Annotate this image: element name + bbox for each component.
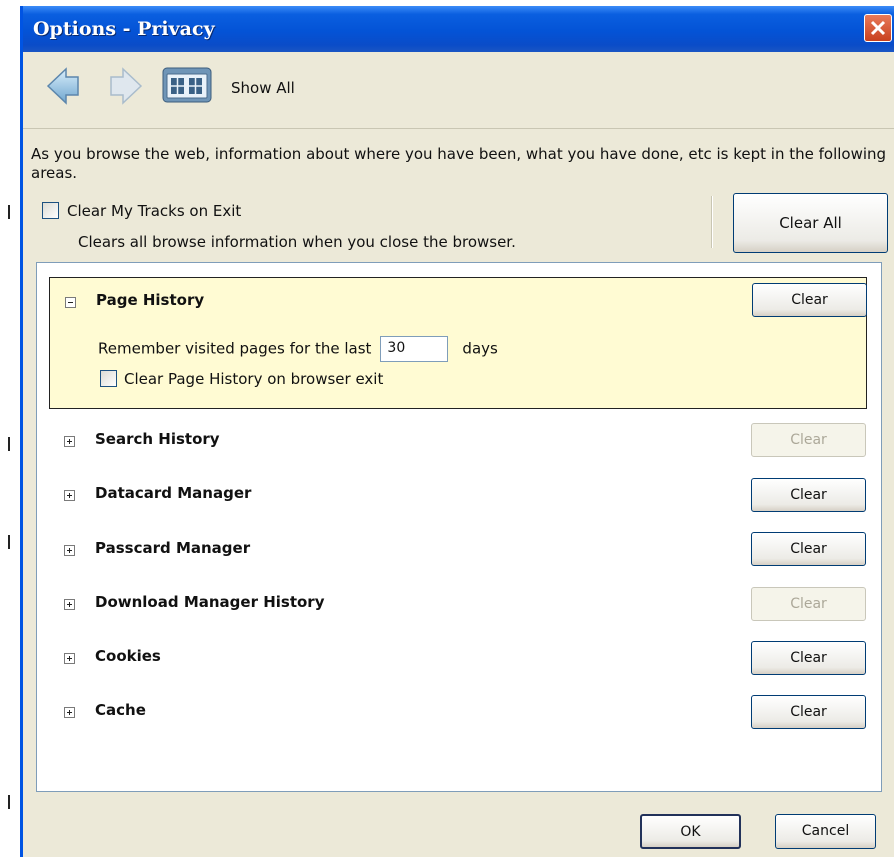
privacy-sections-list: Page History Clear Remember visited page… — [36, 262, 882, 792]
edge-mark — [8, 535, 10, 549]
separator — [711, 196, 713, 248]
plus-expander-icon[interactable] — [64, 707, 75, 718]
clear-all-button[interactable]: Clear All — [733, 193, 888, 253]
days-suffix-label: days — [462, 339, 498, 358]
remember-prefix-label: Remember visited pages for the last — [98, 339, 372, 358]
clear-tracks-checkbox[interactable] — [42, 202, 59, 219]
clear-cookies-button[interactable]: Clear — [751, 641, 866, 675]
toolbar: Show All — [23, 52, 894, 129]
options-privacy-dialog: Options - Privacy Show All As you browse… — [20, 6, 894, 857]
clear-search-history-button[interactable]: Clear — [751, 423, 866, 457]
clear-passcard-manager-button[interactable]: Clear — [751, 532, 866, 566]
clear-tracks-on-exit-option[interactable]: Clear My Tracks on Exit — [42, 201, 241, 220]
show-all-button[interactable] — [162, 65, 214, 109]
clear-page-history-on-exit-option[interactable]: Clear Page History on browser exit — [100, 369, 383, 388]
clear-download-manager-history-button[interactable]: Clear — [751, 587, 866, 621]
ok-button[interactable]: OK — [640, 814, 741, 849]
minus-expander-icon[interactable] — [65, 297, 76, 308]
clear-page-history-on-exit-label[interactable]: Clear Page History on browser exit — [124, 370, 383, 388]
plus-expander-icon[interactable] — [64, 436, 75, 447]
plus-expander-icon[interactable] — [64, 653, 75, 664]
clear-tracks-label[interactable]: Clear My Tracks on Exit — [67, 202, 241, 220]
edge-mark — [8, 205, 10, 219]
cancel-button[interactable]: Cancel — [775, 814, 876, 849]
back-arrow-icon — [46, 67, 79, 105]
intro-text: As you browse the web, information about… — [31, 145, 887, 182]
close-button[interactable] — [864, 14, 892, 42]
clear-datacard-manager-button[interactable]: Clear — [751, 478, 866, 512]
days-input[interactable]: 30 — [380, 336, 449, 362]
passcard-manager-title[interactable]: Passcard Manager — [95, 539, 250, 557]
forward-button[interactable] — [108, 66, 144, 110]
page-history-title[interactable]: Page History — [96, 291, 204, 309]
clear-page-history-on-exit-checkbox[interactable] — [100, 370, 117, 387]
window-title: Options - Privacy — [33, 18, 215, 40]
cookies-title[interactable]: Cookies — [95, 647, 161, 665]
edge-mark — [8, 795, 10, 809]
clear-tracks-description: Clears all browse information when you c… — [78, 233, 516, 251]
plus-expander-icon[interactable] — [64, 545, 75, 556]
remember-days-row: Remember visited pages for the last 30 day… — [98, 336, 498, 362]
plus-expander-icon[interactable] — [64, 599, 75, 610]
background-edge — [0, 0, 20, 857]
show-all-label[interactable]: Show All — [231, 79, 295, 97]
forward-arrow-icon — [110, 67, 143, 105]
clear-page-history-button[interactable]: Clear — [752, 283, 867, 317]
show-all-icon — [162, 67, 212, 103]
plus-expander-icon[interactable] — [64, 490, 75, 501]
datacard-manager-title[interactable]: Datacard Manager — [95, 484, 251, 502]
clear-cache-button[interactable]: Clear — [751, 695, 866, 729]
close-icon — [870, 20, 886, 36]
cache-title[interactable]: Cache — [95, 701, 146, 719]
edge-mark — [8, 437, 10, 451]
title-bar[interactable]: Options - Privacy — [23, 6, 894, 52]
page-history-section: Page History Clear Remember visited page… — [49, 277, 867, 409]
back-button[interactable] — [45, 66, 81, 110]
search-history-title[interactable]: Search History — [95, 430, 220, 448]
download-manager-history-title[interactable]: Download Manager History — [95, 593, 324, 611]
